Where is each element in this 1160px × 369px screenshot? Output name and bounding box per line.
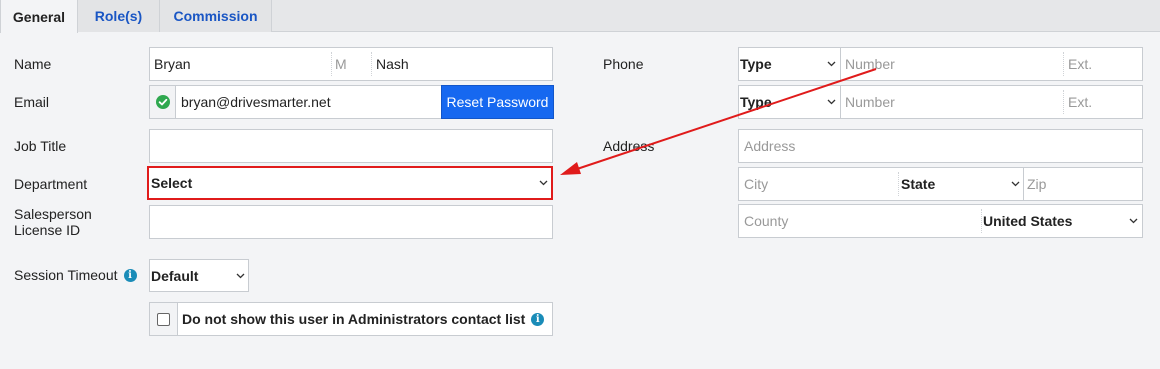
county-input[interactable]: County xyxy=(744,205,788,237)
chevron-down-icon xyxy=(1011,168,1020,200)
email-status-area xyxy=(150,86,176,118)
department-label: Department xyxy=(14,176,88,192)
department-select[interactable]: Select xyxy=(147,166,553,200)
hide-contact-checkbox[interactable] xyxy=(157,312,170,326)
email-field-group: bryan@drivesmarter.net Reset Password xyxy=(149,85,554,119)
info-icon[interactable]: i xyxy=(123,268,137,282)
salesperson-license-input[interactable] xyxy=(149,205,553,239)
tab-commission[interactable]: Commission xyxy=(160,0,272,32)
session-timeout-text: Session Timeout xyxy=(14,267,118,283)
phone-number-input[interactable]: Number xyxy=(845,48,895,80)
hide-contact-label: Do not show this user in Administrators … xyxy=(182,311,526,327)
city-divider xyxy=(898,172,899,196)
tab-roles[interactable]: Role(s) xyxy=(78,0,160,32)
phone-row-2: Type Number Ext. xyxy=(738,85,1143,119)
phone-divider xyxy=(1063,52,1064,76)
phone-divider xyxy=(840,86,841,118)
address-placeholder: Address xyxy=(744,138,796,154)
middle-initial-input[interactable]: M xyxy=(335,48,367,80)
phone-row-1: Type Number Ext. xyxy=(738,47,1143,81)
hide-contact-checkbox-area xyxy=(150,303,178,335)
session-timeout-value: Default xyxy=(151,267,199,284)
chevron-down-icon xyxy=(827,86,836,118)
chevron-down-icon xyxy=(1129,205,1138,237)
salesperson-license-label: Salesperson License ID xyxy=(14,206,92,238)
state-divider xyxy=(1023,168,1024,200)
department-select-value: Select xyxy=(151,175,193,191)
name-divider xyxy=(371,52,372,76)
state-select[interactable]: State xyxy=(901,168,935,200)
info-icon[interactable]: i xyxy=(531,312,545,326)
chevron-down-icon xyxy=(539,168,548,198)
zip-input[interactable]: Zip xyxy=(1027,168,1046,200)
name-field-group: Bryan M Nash xyxy=(149,47,553,81)
phone-divider xyxy=(840,48,841,80)
phone-number-input[interactable]: Number xyxy=(845,86,895,118)
first-name-input[interactable]: Bryan xyxy=(154,48,330,80)
address-label: Address xyxy=(603,138,655,154)
hide-contact-label-wrap: Do not show this user in Administrators … xyxy=(182,303,545,335)
reset-password-button[interactable]: Reset Password xyxy=(441,85,554,119)
county-divider xyxy=(981,209,982,233)
city-input[interactable]: City xyxy=(744,168,768,200)
session-timeout-select[interactable]: Default xyxy=(149,259,249,292)
email-input[interactable]: bryan@drivesmarter.net xyxy=(181,86,436,118)
tab-bar: General Role(s) Commission xyxy=(0,0,1160,33)
job-title-label: Job Title xyxy=(14,138,67,154)
phone-type-select[interactable]: Type xyxy=(740,86,772,118)
country-select[interactable]: United States xyxy=(983,205,1072,237)
last-name-input[interactable]: Nash xyxy=(376,48,546,80)
chevron-down-icon xyxy=(236,260,245,291)
check-circle-icon xyxy=(155,95,170,109)
phone-ext-input[interactable]: Ext. xyxy=(1068,86,1092,118)
salesperson-label-line1: Salesperson xyxy=(14,206,92,222)
job-title-input[interactable] xyxy=(149,129,553,163)
phone-type-select[interactable]: Type xyxy=(740,48,772,80)
county-country-row: County United States xyxy=(738,204,1143,238)
chevron-down-icon xyxy=(827,48,836,80)
address-input[interactable]: Address xyxy=(738,129,1143,163)
tab-general[interactable]: General xyxy=(0,0,78,33)
name-label: Name xyxy=(14,56,52,72)
phone-label: Phone xyxy=(603,56,644,72)
email-label: Email xyxy=(14,94,50,110)
name-divider xyxy=(331,52,332,76)
session-timeout-label: Session Timeout i xyxy=(14,267,137,283)
city-state-zip-row: City State Zip xyxy=(738,167,1143,201)
salesperson-label-line2: License ID xyxy=(14,222,81,238)
phone-divider xyxy=(1063,90,1064,114)
hide-contact-checkbox-group: Do not show this user in Administrators … xyxy=(149,302,553,336)
phone-ext-input[interactable]: Ext. xyxy=(1068,48,1092,80)
